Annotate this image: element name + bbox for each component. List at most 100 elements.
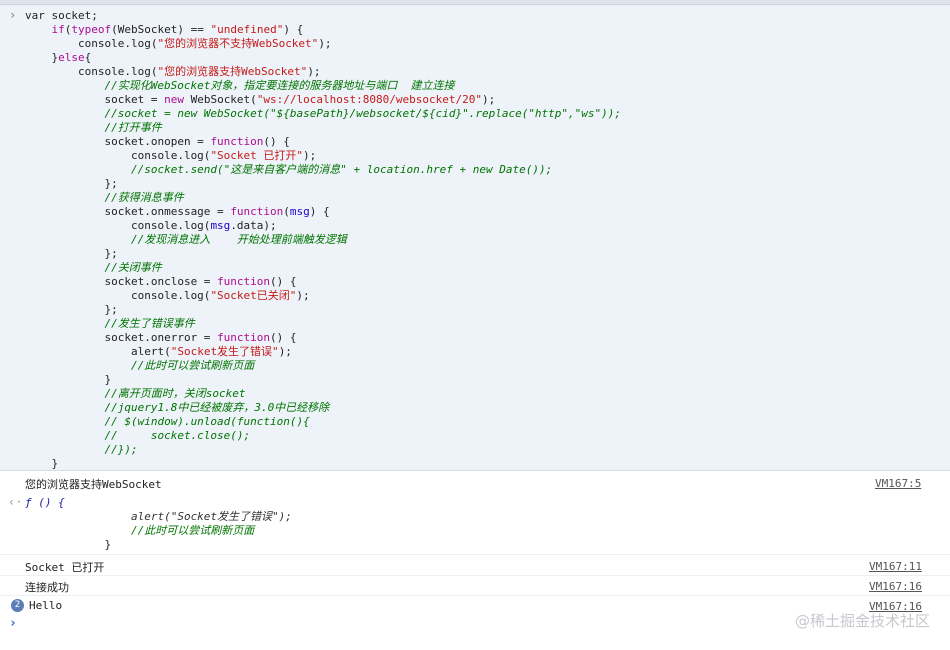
- return-line: }: [25, 538, 112, 551]
- code-line: var socket;: [25, 9, 621, 23]
- code-token: console.log(: [25, 219, 211, 232]
- code-token: console.log(: [25, 37, 158, 50]
- return-line-comment: //此时可以尝试刷新页面: [25, 524, 255, 537]
- code-line: //});: [25, 443, 621, 457]
- code-token: alert(: [25, 345, 171, 358]
- code-token: //获得消息事件: [25, 191, 184, 204]
- code-line: socket = new WebSocket("ws://localhost:8…: [25, 93, 621, 107]
- input-code: var socket; if(typeof(WebSocket) == "und…: [25, 9, 621, 470]
- code-token: //jquery1.8中已经被废弃，3.0中已经移除: [25, 401, 330, 414]
- code-token: msg: [289, 205, 310, 218]
- input-chevron-icon: ›: [9, 8, 17, 22]
- code-line: };: [25, 247, 621, 261]
- code-token: "您的浏览器支持WebSocket": [157, 65, 308, 78]
- code-token: //实现化WebSocket对象，指定要连接的服务器地址与端口 建立连接: [25, 79, 455, 92]
- code-token: ) {: [309, 205, 330, 218]
- code-line: console.log("您的浏览器不支持WebSocket");: [25, 37, 621, 51]
- code-line: //发现消息进入 开始处理前端触发逻辑: [25, 233, 621, 247]
- code-token: //关闭事件: [25, 261, 162, 274]
- code-token: function: [230, 205, 284, 218]
- console-input-echo: › var socket; if(typeof(WebSocket) == "u…: [0, 5, 950, 471]
- log-message: 连接成功: [25, 581, 69, 594]
- code-token: function: [217, 275, 271, 288]
- code-token: socket.onclose =: [25, 275, 218, 288]
- code-token: new: [164, 93, 184, 106]
- code-token: () {: [263, 135, 290, 148]
- code-token: console.log(: [25, 149, 211, 162]
- code-token: function: [217, 331, 271, 344]
- code-token: );: [318, 37, 332, 50]
- code-token: if: [51, 23, 65, 36]
- code-token: // $(window).unload(function(){: [25, 415, 310, 428]
- code-token: "您的浏览器不支持WebSocket": [157, 37, 319, 50]
- code-line: };: [25, 303, 621, 317]
- code-token: //});: [25, 443, 138, 456]
- code-token: console.log(: [25, 289, 211, 302]
- code-token: //socket.send("这是来自客户端的消息" + location.hr…: [25, 163, 553, 176]
- source-link[interactable]: VM167:5: [875, 477, 921, 490]
- code-token: // socket.close();: [25, 429, 251, 442]
- code-token: WebSocket(: [183, 93, 257, 106]
- code-token: {: [84, 51, 92, 64]
- code-token: socket.onerror =: [25, 331, 218, 344]
- log-message: 您的浏览器支持WebSocket: [25, 478, 162, 491]
- code-line: };: [25, 177, 621, 191]
- code-token: () {: [270, 331, 297, 344]
- code-line: //socket = new WebSocket("${basePath}/we…: [25, 107, 621, 121]
- repeat-count-badge: 2: [11, 599, 24, 612]
- code-line: //jquery1.8中已经被废弃，3.0中已经移除: [25, 401, 621, 415]
- code-token: "Socket已关闭": [210, 289, 297, 302]
- code-line: socket.onerror = function() {: [25, 331, 621, 345]
- code-token: );: [296, 289, 310, 302]
- return-value-row: ‹· ƒ () { alert("Socket发生了错误"); //此时可以尝试…: [0, 492, 950, 555]
- code-line: socket.onclose = function() {: [25, 275, 621, 289]
- code-line: // $(window).unload(function(){: [25, 415, 621, 429]
- log-row-3: 连接成功 VM167:16: [0, 576, 950, 596]
- code-token: }: [25, 373, 112, 386]
- code-line: console.log(msg.data);: [25, 219, 621, 233]
- code-token: typeof: [71, 23, 112, 36]
- log-message: Socket 已打开: [25, 561, 105, 574]
- code-line: if(typeof(WebSocket) == "undefined") {: [25, 23, 621, 37]
- code-token: .data);: [230, 219, 277, 232]
- code-token: var socket;: [25, 9, 98, 22]
- code-token: ) {: [283, 23, 304, 36]
- log-row-2: Socket 已打开 VM167:11: [0, 556, 950, 576]
- code-line: console.log("Socket 已打开");: [25, 149, 621, 163]
- code-token: else: [58, 51, 85, 64]
- code-token: };: [25, 177, 118, 190]
- code-token: //发生了错误事件: [25, 317, 195, 330]
- return-value-code[interactable]: ƒ () { alert("Socket发生了错误"); //此时可以尝试刷新页…: [25, 496, 292, 552]
- code-token: () {: [270, 275, 297, 288]
- code-token: //此时可以尝试刷新页面: [25, 359, 255, 372]
- code-token: };: [25, 303, 118, 316]
- code-line: //发生了错误事件: [25, 317, 621, 331]
- code-token: );: [307, 65, 321, 78]
- code-token: //发现消息进入 开始处理前端触发逻辑: [25, 233, 347, 246]
- code-line: }: [25, 373, 621, 387]
- code-token: socket.onopen =: [25, 135, 211, 148]
- code-token: "Socket 已打开": [210, 149, 304, 162]
- code-token: );: [278, 345, 292, 358]
- code-line: //此时可以尝试刷新页面: [25, 359, 621, 373]
- prompt-chevron-icon: ›: [9, 616, 17, 631]
- source-link[interactable]: VM167:16: [869, 580, 922, 593]
- code-line: console.log("您的浏览器支持WebSocket");: [25, 65, 621, 79]
- code-token: "undefined": [210, 23, 284, 36]
- code-line: socket.onmessage = function(msg) {: [25, 205, 621, 219]
- code-token: console.log(: [25, 65, 158, 78]
- source-link[interactable]: VM167:11: [869, 560, 922, 573]
- code-token: }: [25, 457, 59, 470]
- code-token: }: [25, 51, 59, 64]
- code-line: }else{: [25, 51, 621, 65]
- code-token: //socket = new WebSocket("${basePath}/we…: [25, 107, 622, 120]
- code-token: socket.onmessage =: [25, 205, 231, 218]
- code-line: //关闭事件: [25, 261, 621, 275]
- code-token: (: [283, 205, 290, 218]
- return-line: alert("Socket发生了错误");: [25, 510, 292, 523]
- code-token: msg: [210, 219, 231, 232]
- code-line: //socket.send("这是来自客户端的消息" + location.hr…: [25, 163, 621, 177]
- code-token: function: [210, 135, 264, 148]
- watermark: @稀土掘金技术社区: [794, 612, 930, 630]
